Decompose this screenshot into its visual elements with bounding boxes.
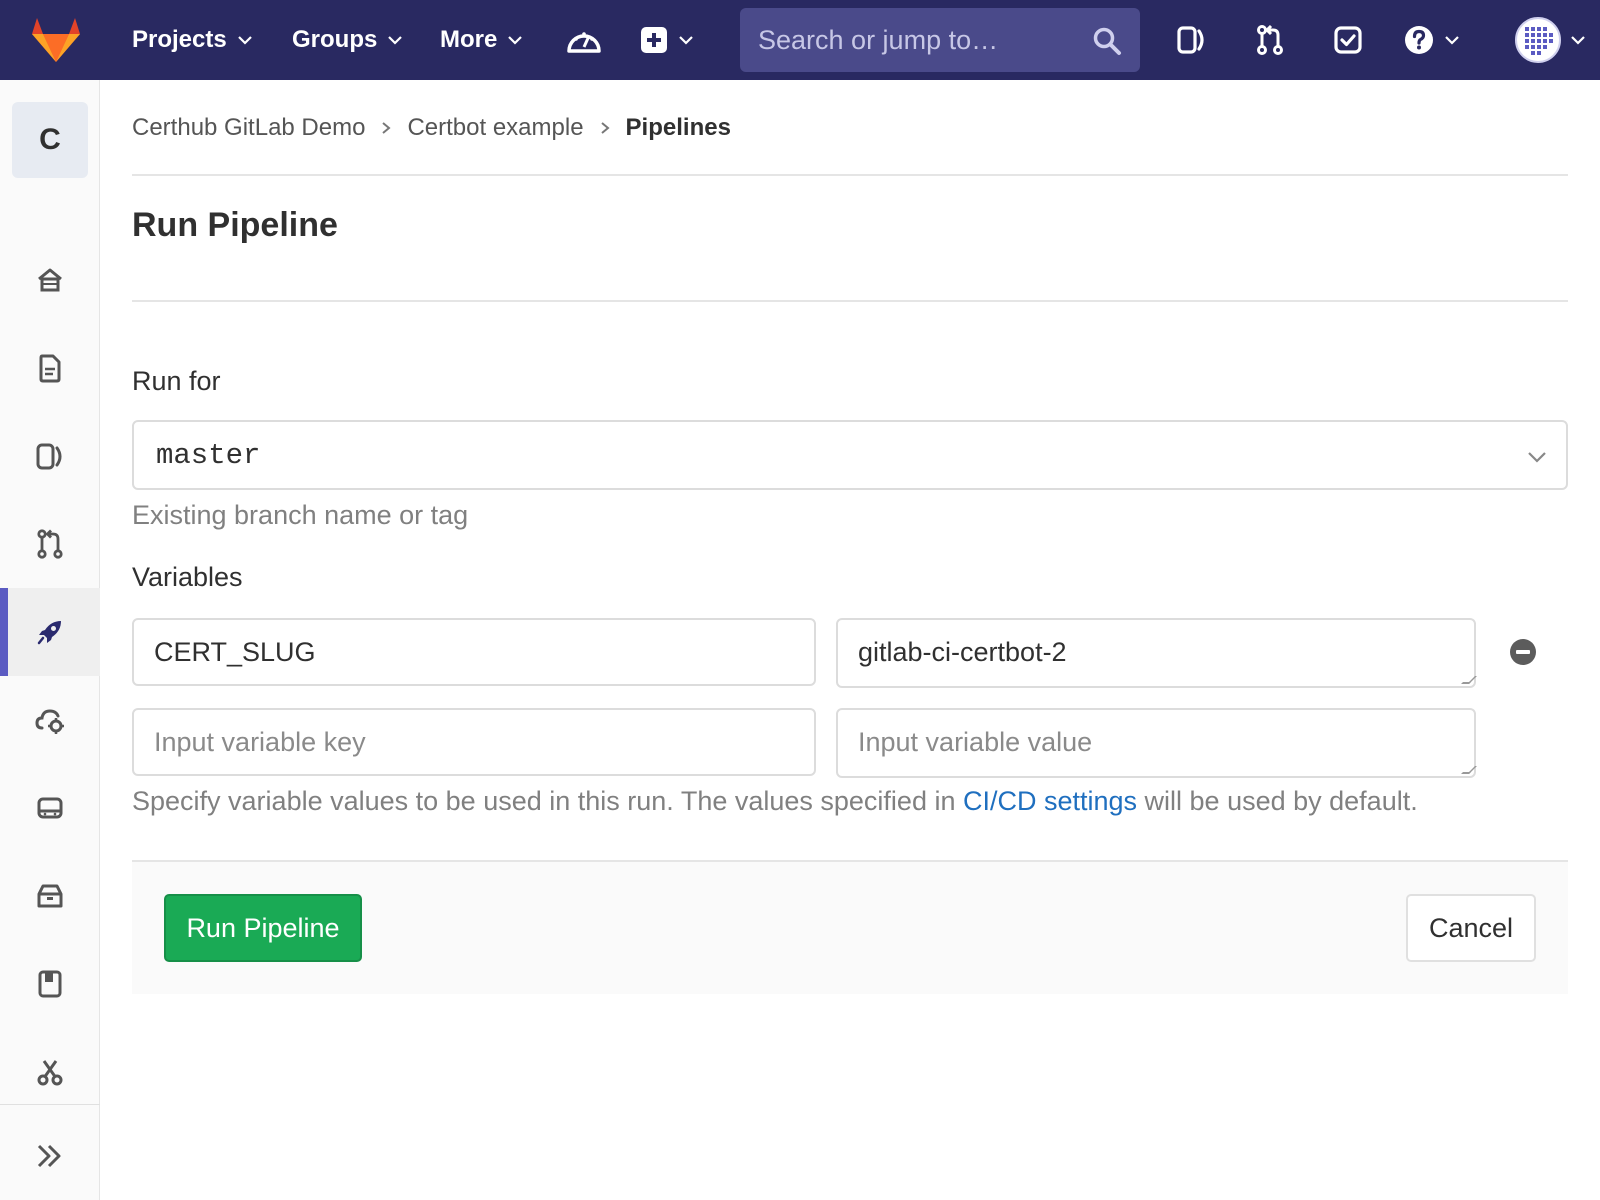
chevron-down-icon — [508, 36, 523, 45]
sidebar-item-analytics[interactable] — [0, 852, 100, 940]
plus-square-icon — [641, 27, 667, 53]
new-variable-value-input[interactable] — [836, 708, 1476, 778]
run-for-label: Run for — [132, 366, 221, 396]
branch-help-text: Existing branch name or tag — [132, 500, 469, 530]
gitlab-logo[interactable] — [30, 16, 82, 64]
double-chevron-right-icon — [37, 1144, 61, 1168]
chevron-down-icon — [1445, 36, 1459, 45]
variable-key-input[interactable] — [132, 618, 816, 686]
page-title: Run Pipeline — [132, 206, 338, 244]
breadcrumb-current[interactable]: Pipelines — [626, 114, 731, 142]
sidebar-item-packages[interactable] — [0, 764, 100, 852]
operations-icon — [35, 709, 64, 734]
merge-requests-icon — [37, 529, 63, 559]
sidebar-item-operations[interactable] — [0, 676, 100, 764]
issues-icon — [36, 443, 62, 470]
breadcrumb: Certhub GitLab Demo Certbot example Pipe… — [132, 110, 731, 146]
dashboard-icon[interactable] — [564, 20, 604, 60]
branch-select[interactable]: master — [132, 420, 1568, 490]
divider — [132, 174, 1568, 176]
sidebar-item-snippets[interactable] — [0, 1028, 100, 1116]
variable-value-input[interactable]: gitlab-ci-certbot-2 — [836, 618, 1476, 688]
ci-cd-settings-link[interactable]: CI/CD settings — [963, 786, 1137, 816]
user-avatar — [1515, 17, 1561, 63]
sidebar-divider — [0, 1104, 100, 1105]
variables-help-suffix: will be used by default. — [1137, 786, 1418, 816]
projects-dropdown[interactable]: Projects — [132, 0, 253, 80]
more-label: More — [440, 26, 498, 53]
run-pipeline-button[interactable]: Run Pipeline — [164, 894, 362, 962]
sidebar-item-issues[interactable] — [0, 412, 100, 500]
help-icon — [1405, 26, 1433, 54]
packages-icon — [37, 797, 63, 819]
sidebar-item-ci-cd[interactable] — [0, 588, 100, 676]
chevron-down-icon — [388, 36, 403, 45]
chevron-right-icon — [600, 122, 610, 134]
sidebar-item-project-overview[interactable] — [0, 236, 100, 324]
sidebar-item-merge-requests[interactable] — [0, 500, 100, 588]
wiki-icon — [38, 970, 62, 998]
help-dropdown[interactable] — [1404, 20, 1468, 60]
issues-icon[interactable] — [1172, 20, 1212, 60]
new-item-dropdown[interactable] — [640, 20, 704, 60]
sidebar-item-wiki[interactable] — [0, 940, 100, 1028]
project-avatar[interactable]: C — [12, 102, 88, 178]
search-input[interactable] — [758, 24, 1078, 56]
snippets-icon — [37, 1060, 63, 1086]
projects-label: Projects — [132, 26, 227, 53]
divider — [132, 300, 1568, 302]
remove-variable-button[interactable] — [1510, 639, 1536, 665]
search-box[interactable] — [740, 8, 1140, 72]
breadcrumb-project[interactable]: Certbot example — [407, 114, 583, 142]
user-menu[interactable] — [1514, 17, 1598, 63]
chevron-down-icon — [1571, 36, 1585, 45]
merge-request-icon[interactable] — [1250, 20, 1290, 60]
project-sidebar: C — [0, 80, 100, 1200]
chevron-right-icon — [382, 122, 392, 134]
breadcrumb-group[interactable]: Certhub GitLab Demo — [132, 114, 365, 142]
variables-help-prefix: Specify variable values to be used in th… — [132, 786, 963, 816]
search-icon[interactable] — [1092, 26, 1122, 56]
groups-dropdown[interactable]: Groups — [292, 0, 403, 80]
ci-cd-icon — [37, 621, 61, 645]
collapse-sidebar-button[interactable] — [0, 1112, 100, 1200]
chevron-down-icon — [679, 36, 693, 45]
top-navbar: Projects Groups More — [0, 0, 1600, 80]
groups-label: Groups — [292, 26, 378, 53]
cancel-button[interactable]: Cancel — [1406, 894, 1536, 962]
home-icon — [38, 268, 62, 292]
todo-icon[interactable] — [1328, 20, 1368, 60]
repository-icon — [39, 354, 61, 383]
variables-label: Variables — [132, 562, 243, 592]
branch-select-value: master — [156, 438, 261, 472]
variables-help-text: Specify variable values to be used in th… — [132, 786, 1418, 817]
more-dropdown[interactable]: More — [440, 0, 523, 80]
minus-icon — [1516, 650, 1530, 654]
chevron-down-icon — [237, 36, 252, 45]
new-variable-key-input[interactable] — [132, 708, 816, 776]
analytics-icon — [37, 884, 63, 908]
sidebar-item-repository[interactable] — [0, 324, 100, 412]
chevron-down-icon — [1528, 452, 1546, 463]
